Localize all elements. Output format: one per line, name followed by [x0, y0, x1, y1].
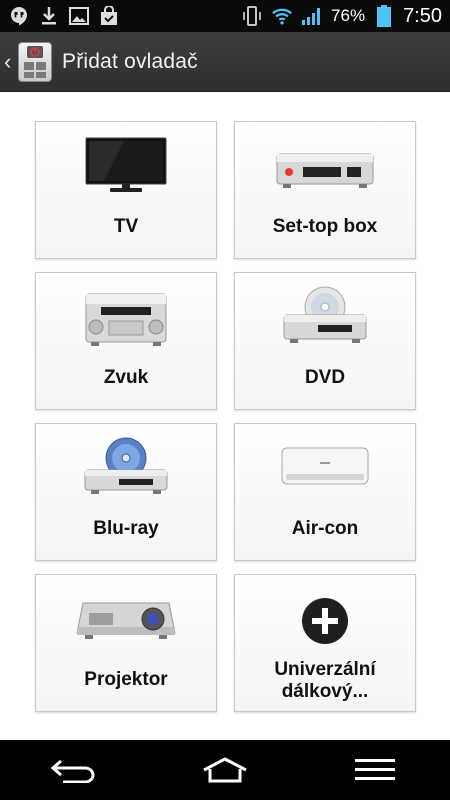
tv-icon: [85, 137, 167, 192]
device-tile-blu-ray[interactable]: Blu-ray: [35, 423, 217, 561]
download-icon: [38, 5, 60, 27]
gallery-icon: [68, 5, 90, 27]
audio-system-icon: [85, 293, 167, 346]
menu-icon[interactable]: [345, 750, 405, 790]
chevron-left-icon[interactable]: ‹: [4, 49, 16, 75]
plus-circle-icon: [302, 598, 348, 644]
back-icon[interactable]: [45, 750, 105, 790]
shopping-bag-icon: [98, 5, 120, 27]
clock: 7:50: [403, 4, 442, 27]
device-tile-projector[interactable]: Projektor: [35, 574, 217, 712]
battery-icon: [373, 5, 395, 27]
air-conditioner-icon: [281, 447, 369, 485]
hangouts-icon: [8, 5, 30, 27]
tile-label: Air-con: [291, 518, 359, 539]
device-tile-dvd[interactable]: DVD: [234, 272, 416, 410]
status-bar: 76% 7:50: [0, 0, 450, 32]
device-tile-tv[interactable]: TV: [35, 121, 217, 259]
home-icon[interactable]: [195, 750, 255, 790]
wifi-icon: [271, 5, 293, 27]
device-grid: TV Set-top box Zvuk DVD Blu-ray Air-con …: [0, 92, 450, 740]
tile-label: TV: [113, 216, 139, 237]
app-bar: ‹ Přidat ovladač: [0, 32, 450, 92]
set-top-box-icon: [276, 153, 374, 188]
system-status: 76% 7:50: [241, 5, 442, 28]
projector-icon: [76, 602, 176, 639]
tile-label: Blu-ray: [93, 518, 159, 539]
tile-label: Zvuk: [103, 367, 149, 388]
tile-label-line-2: dálkový...: [281, 681, 369, 702]
device-tile-air-con[interactable]: Air-con: [234, 423, 416, 561]
tile-label-line-1: Univerzální: [274, 659, 376, 680]
blu-ray-player-icon: [84, 437, 168, 494]
navigation-bar: [0, 740, 450, 800]
vibrate-icon: [241, 5, 263, 27]
battery-percent: 76%: [331, 6, 366, 25]
remote-app-icon[interactable]: [18, 41, 52, 82]
device-tile-universal-remote[interactable]: Univerzální dálkový...: [234, 574, 416, 712]
notification-icons: [8, 5, 120, 27]
page-title: Přidat ovladač: [62, 49, 198, 73]
signal-icon: [301, 5, 323, 27]
device-tile-set-top-box[interactable]: Set-top box: [234, 121, 416, 259]
tile-label: DVD: [304, 367, 346, 388]
device-tile-audio[interactable]: Zvuk: [35, 272, 217, 410]
tile-label: Set-top box: [272, 216, 378, 237]
tile-label: Projektor: [84, 669, 168, 690]
dvd-player-icon: [283, 286, 367, 343]
tile-label: Univerzální dálkový...: [235, 659, 415, 703]
